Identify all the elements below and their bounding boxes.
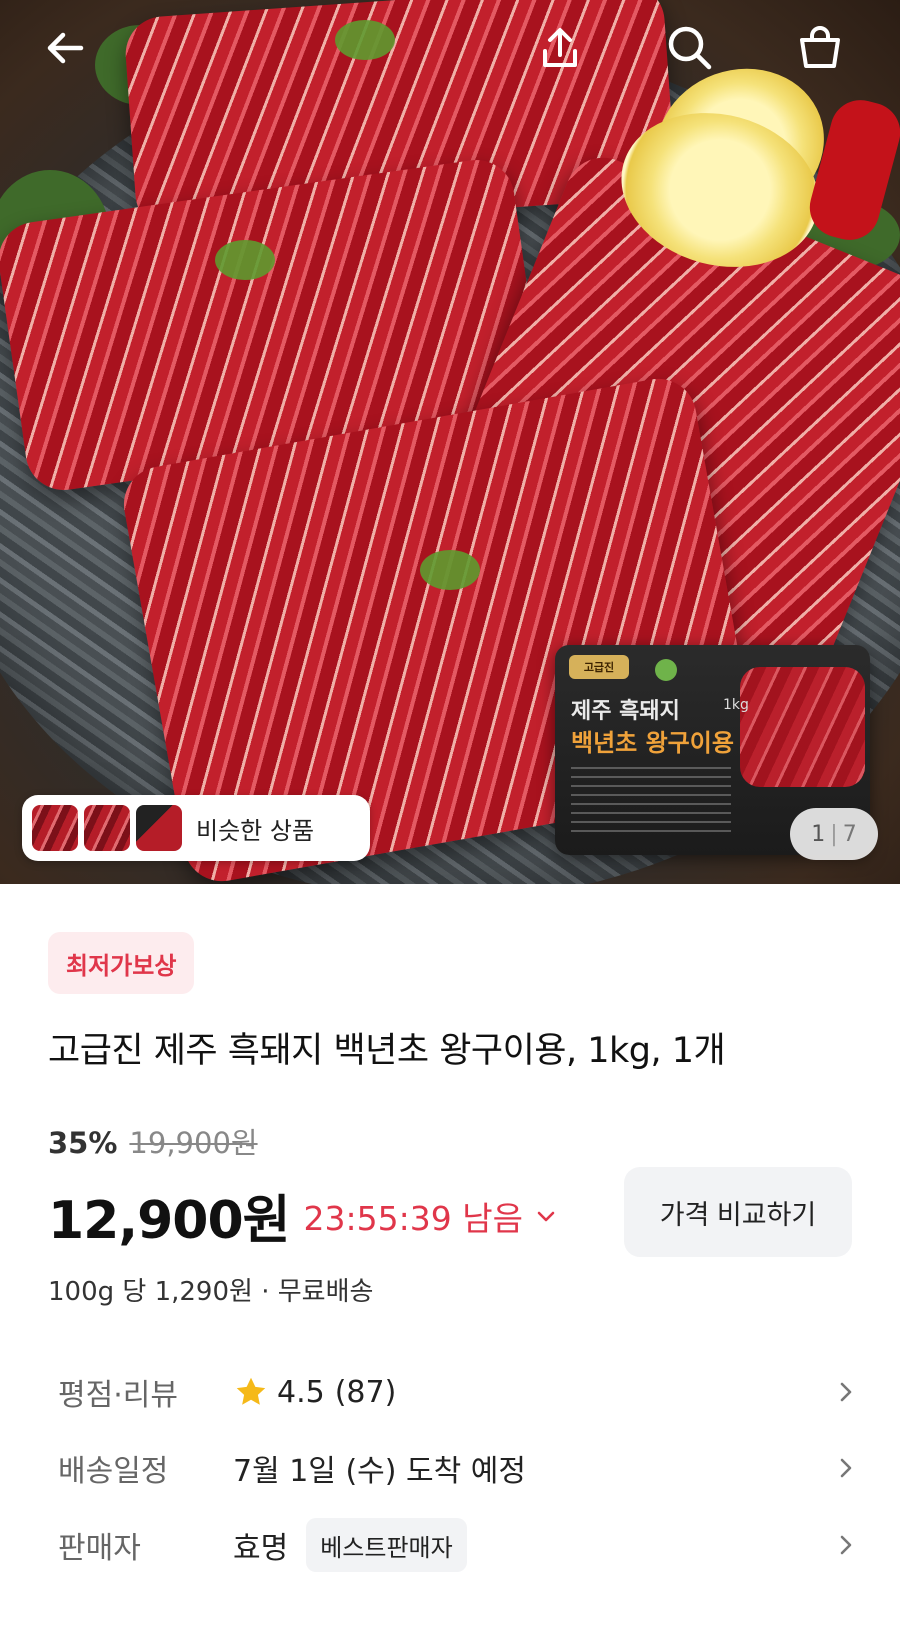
chevron-right-icon bbox=[840, 1458, 852, 1478]
back-button[interactable] bbox=[36, 18, 96, 78]
herb-garnish bbox=[420, 550, 480, 590]
chevron-down-icon[interactable] bbox=[535, 1205, 557, 1227]
review-count: (87) bbox=[334, 1374, 397, 1410]
delivery-value: 7월 1일 (수) 도착 예정 bbox=[233, 1454, 526, 1489]
rating-score: 4.5 bbox=[277, 1374, 325, 1410]
cart-icon bbox=[800, 26, 840, 68]
similar-thumbnail bbox=[136, 805, 182, 851]
seller-value-group: 효명 베스트판매자 bbox=[233, 1518, 467, 1572]
chevron-right-icon bbox=[840, 1382, 852, 1402]
delivery-label: 배송일정 bbox=[58, 1454, 169, 1489]
original-price: 19,900원 bbox=[129, 1126, 258, 1160]
search-icon bbox=[668, 26, 712, 70]
package-seal-icon bbox=[655, 659, 677, 681]
package-meat-photo bbox=[740, 667, 865, 787]
search-button[interactable] bbox=[660, 18, 720, 78]
similar-products-button[interactable]: 비슷한 상품 bbox=[22, 795, 370, 861]
discount-rate: 35% bbox=[48, 1126, 118, 1160]
discount-row: 35% 19,900원 bbox=[48, 1120, 258, 1162]
product-image-gallery[interactable]: 고급진 제주 흑돼지 1kg 백년초 왕구이용 비슷한 상품 1 | 7 bbox=[0, 0, 900, 884]
image-pager: 1 | 7 bbox=[790, 808, 878, 860]
best-seller-badge: 베스트판매자 bbox=[306, 1518, 467, 1572]
rating-value-group: 4.5 (87) bbox=[233, 1374, 396, 1410]
pager-total: 7 bbox=[842, 821, 857, 847]
herb-garnish bbox=[215, 240, 275, 280]
pager-separator: | bbox=[830, 821, 838, 847]
package-brand: 고급진 bbox=[569, 655, 629, 679]
seller-label: 판매자 bbox=[58, 1531, 141, 1566]
deal-timer[interactable]: 23:55:39 남음 bbox=[304, 1192, 523, 1240]
package-line1: 제주 흑돼지 bbox=[571, 699, 680, 724]
product-title: 고급진 제주 흑돼지 백년초 왕구이용, 1kg, 1개 bbox=[48, 1031, 726, 1071]
seller-name: 효명 bbox=[233, 1531, 289, 1566]
back-arrow-icon bbox=[47, 32, 84, 64]
delivery-schedule-row[interactable]: 배송일정 7월 1일 (수) 도착 예정 bbox=[58, 1438, 858, 1498]
package-weight: 1kg bbox=[723, 697, 749, 713]
similar-products-label: 비슷한 상품 bbox=[196, 816, 315, 845]
unit-price-shipping: 100g 당 1,290원 · 무료배송 bbox=[48, 1277, 374, 1307]
package-label-text bbox=[571, 767, 731, 837]
seller-row[interactable]: 판매자 효명 베스트판매자 bbox=[58, 1515, 858, 1575]
lowest-price-badge: 최저가보상 bbox=[48, 932, 195, 994]
similar-thumbnail bbox=[84, 805, 130, 851]
price-compare-button[interactable]: 가격 비교하기 bbox=[624, 1167, 852, 1257]
similar-thumbnail bbox=[32, 805, 78, 851]
herb-garnish bbox=[335, 20, 395, 60]
rating-label: 평점·리뷰 bbox=[58, 1378, 178, 1413]
package-line2: 백년초 왕구이용 bbox=[571, 729, 734, 757]
cart-button[interactable] bbox=[790, 18, 850, 78]
price-row: 12,900원 23:55:39 남음 bbox=[48, 1178, 557, 1253]
star-icon bbox=[236, 1377, 266, 1405]
share-button[interactable] bbox=[530, 18, 590, 78]
chevron-right-icon bbox=[840, 1535, 852, 1555]
sale-price: 12,900원 bbox=[48, 1191, 291, 1251]
share-icon bbox=[543, 28, 577, 67]
pager-current: 1 bbox=[811, 821, 826, 847]
rating-review-row[interactable]: 평점·리뷰 4.5 (87) bbox=[58, 1362, 858, 1422]
